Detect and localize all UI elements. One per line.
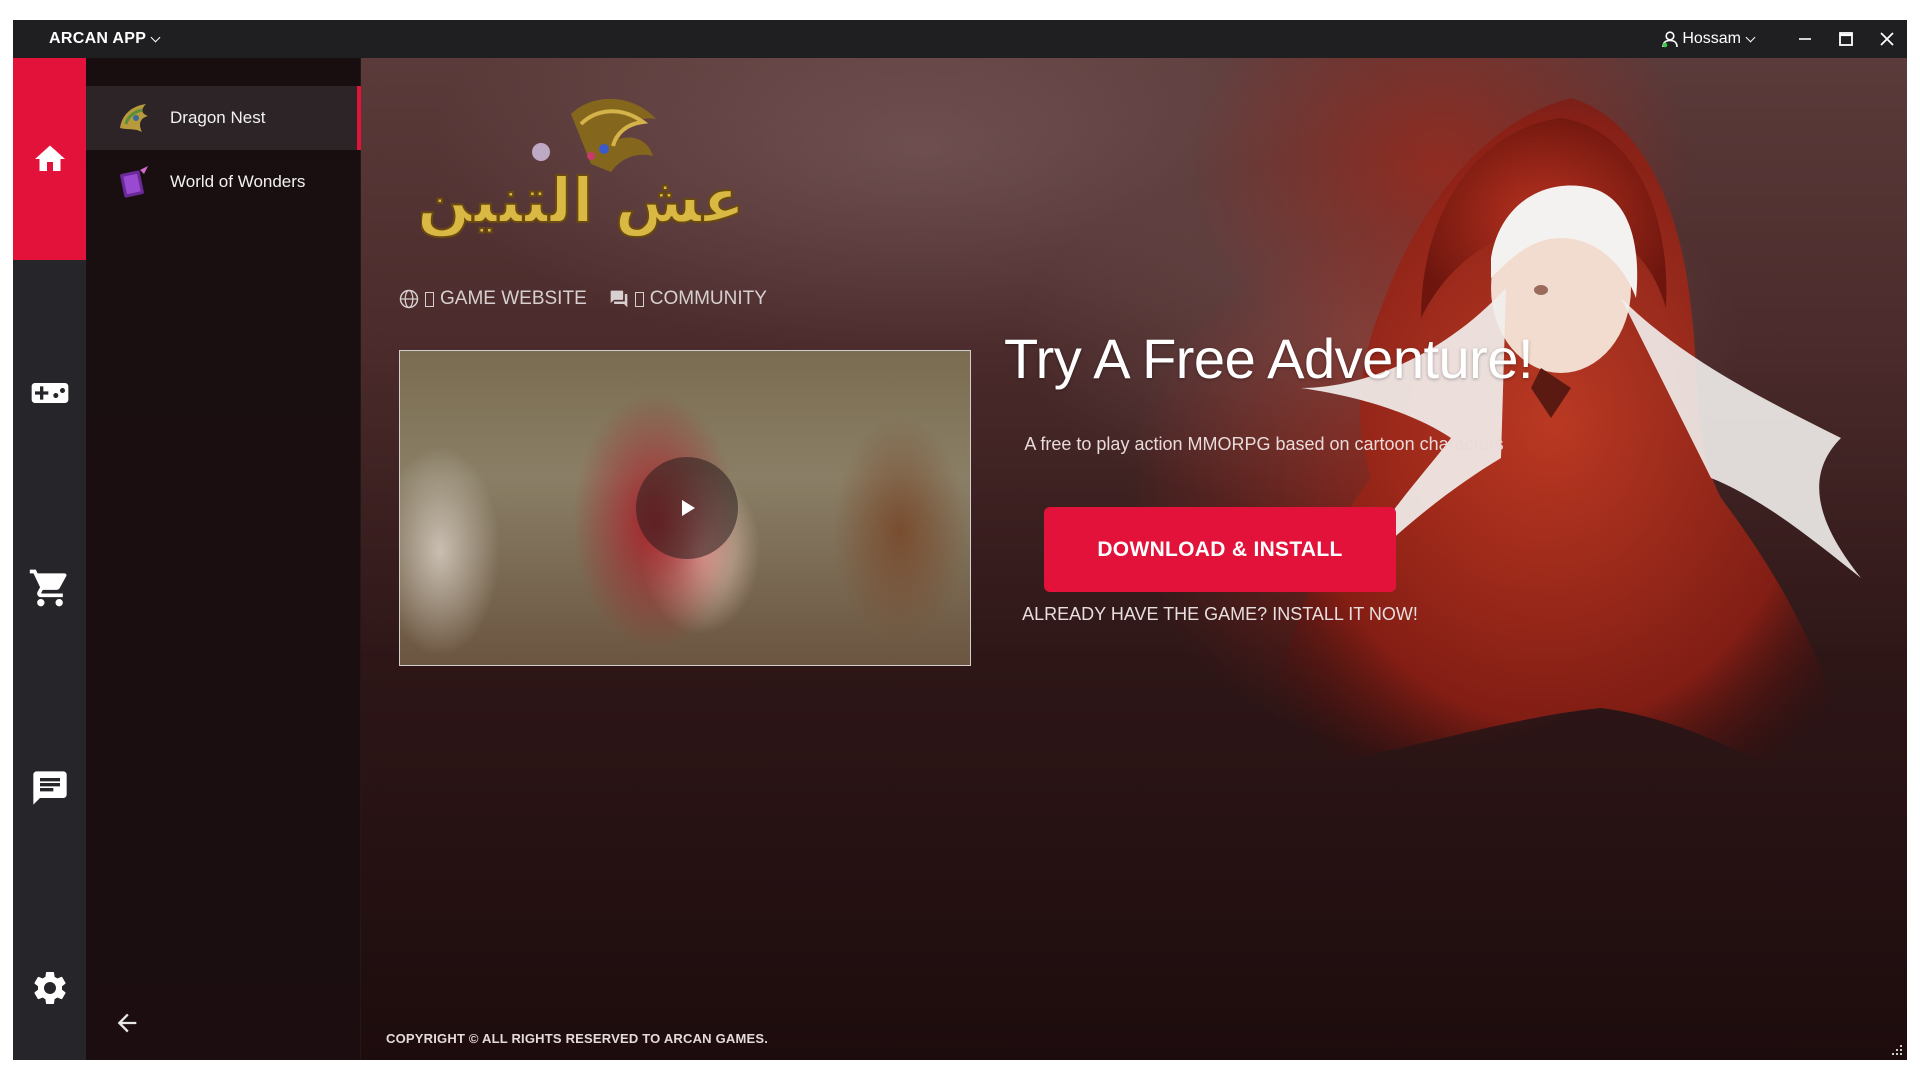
rail-item-home[interactable] (13, 58, 86, 260)
cart-icon (29, 569, 67, 607)
maximize-icon (1838, 32, 1853, 46)
game-list: Dragon Nest World of Wonders (86, 58, 361, 1060)
trailer-video[interactable] (399, 350, 971, 666)
maximize-button[interactable] (1825, 20, 1866, 58)
promo-subline: A free to play action MMORPG based on ca… (1024, 434, 1504, 454)
minimize-button[interactable] (1784, 20, 1825, 58)
minimize-icon (1798, 38, 1811, 40)
gear-icon (33, 972, 66, 1004)
game-links: GAME WEBSITE COMMUNITY (399, 288, 789, 310)
game-website-link[interactable]: GAME WEBSITE (399, 288, 587, 310)
close-icon (1879, 32, 1894, 46)
chevron-down-icon (150, 32, 161, 42)
community-link[interactable]: COMMUNITY (609, 288, 767, 310)
game-website-label: GAME WEBSITE (440, 288, 587, 309)
forum-icon (610, 290, 628, 308)
download-install-button[interactable]: DOWNLOAD & INSTALL (1044, 507, 1396, 592)
rail-item-games[interactable] (13, 358, 86, 428)
user-menu[interactable]: Hossam (1661, 30, 1756, 48)
gamepad-icon (31, 383, 68, 403)
user-icon (1662, 31, 1679, 48)
title-bar: ARCAN APP Hossam (13, 20, 1907, 58)
install-existing-link[interactable]: ALREADY HAVE THE GAME? INSTALL IT NOW! (1004, 604, 1436, 625)
rail-item-chat[interactable] (13, 753, 86, 823)
game-label: Dragon Nest (170, 108, 266, 127)
chat-icon (32, 771, 67, 805)
user-name: Hossam (1682, 30, 1741, 47)
chevron-down-icon (1745, 32, 1756, 42)
resize-grip-icon[interactable] (1891, 1044, 1903, 1056)
back-button[interactable] (110, 1006, 144, 1040)
main-content: عش التنين GAME WEBSITE COMMUNITY Try A F… (361, 58, 1907, 1060)
globe-icon (399, 289, 419, 309)
world-of-wonders-thumb (114, 162, 154, 202)
rail-item-settings[interactable] (13, 953, 86, 1023)
copyright-text: COPYRIGHT © ALL RIGHTS RESERVED TO ARCAN… (386, 1031, 769, 1046)
missing-glyph-icon (425, 291, 434, 307)
dragon-nest-thumb (114, 98, 154, 138)
arrow-left-icon (117, 1013, 137, 1033)
game-item-world-of-wonders[interactable]: World of Wonders (86, 150, 361, 214)
app-window: ARCAN APP Hossam Dragon Nest World of Wo… (13, 20, 1907, 1060)
close-button[interactable] (1866, 20, 1907, 58)
title-bar-controls: Hossam (1661, 20, 1907, 58)
play-icon (682, 500, 695, 516)
app-menu[interactable]: ARCAN APP (49, 30, 161, 48)
promo-headline: Try A Free Adventure! (1004, 327, 1534, 390)
logo-text: عش التنين (421, 164, 741, 237)
community-label: COMMUNITY (649, 288, 767, 309)
game-label: World of Wonders (170, 172, 306, 191)
home-icon (34, 145, 65, 171)
game-logo: عش التنين (421, 98, 741, 238)
game-item-dragon-nest[interactable]: Dragon Nest (86, 86, 361, 150)
icon-rail (13, 58, 86, 1060)
app-name: ARCAN APP (49, 30, 147, 47)
play-button[interactable] (636, 457, 738, 559)
rail-item-store[interactable] (13, 553, 86, 623)
missing-glyph-icon (634, 291, 644, 307)
